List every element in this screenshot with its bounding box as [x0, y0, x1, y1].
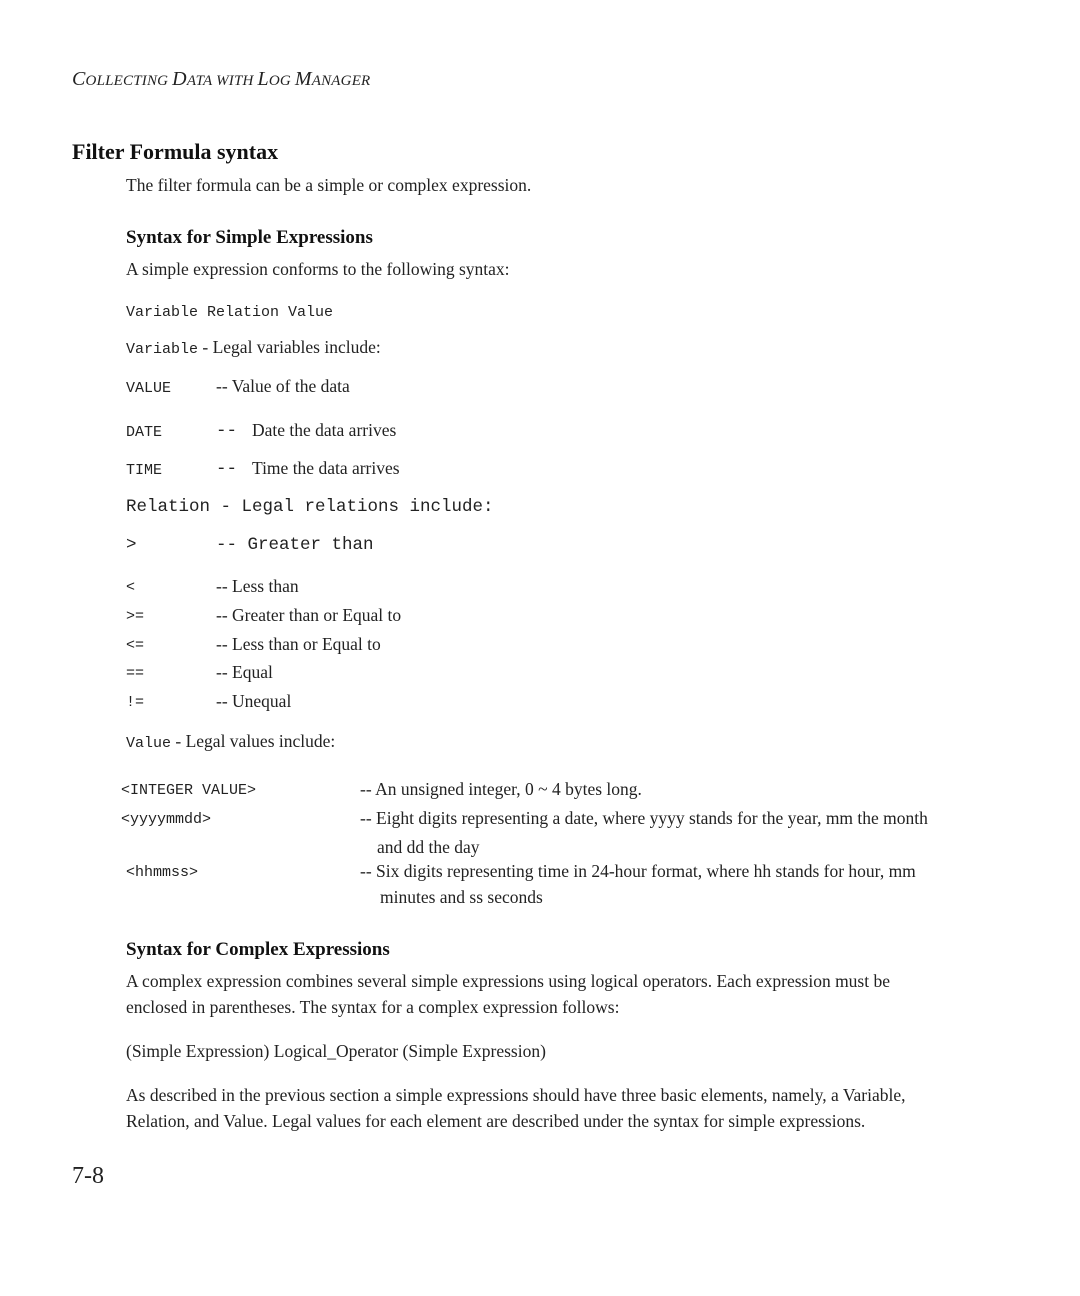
value-desc: -- Six digits representing time in 24-ho…	[360, 861, 916, 881]
relation-desc: -- Greater than	[216, 535, 374, 555]
relation-op: >	[126, 535, 137, 555]
relation-desc: -- Less than or Equal to	[216, 634, 381, 654]
complex-heading: Syntax for Complex Expressions	[126, 939, 390, 960]
variable-desc: Time the data arrives	[252, 458, 400, 478]
header-rest: ATA WITH	[186, 73, 258, 89]
variable-line: Variable - Legal variables include:	[126, 337, 381, 358]
variable-sep: --	[216, 459, 238, 479]
header-cap: C	[72, 68, 86, 90]
value-label: Value	[126, 735, 172, 752]
simple-heading: Syntax for Simple Expressions	[126, 227, 373, 248]
variable-name: DATE	[126, 424, 163, 441]
value-desc-cont: and dd the day	[377, 837, 480, 857]
relation-op: !=	[126, 694, 145, 711]
complex-para2-line1: As described in the previous section a s…	[126, 1085, 906, 1105]
variable-desc: Date the data arrives	[252, 420, 397, 440]
syntax-line: Variable Relation Value	[126, 304, 334, 321]
value-line: Value - Legal values include:	[126, 731, 335, 752]
relation-op: >=	[126, 608, 145, 625]
variable-desc: -- Value of the data	[216, 376, 350, 396]
variable-desc: - Legal variables include:	[198, 337, 381, 357]
relation-op: ==	[126, 665, 145, 682]
section-title: Filter Formula syntax	[72, 139, 279, 164]
header-rest: OLLECTING	[85, 73, 173, 89]
relation-desc: -- Greater than or Equal to	[216, 605, 402, 625]
header-rest: ANAGER	[311, 73, 371, 89]
header-cap: M	[294, 68, 312, 90]
complex-syntax: (Simple Expression) Logical_Operator (Si…	[126, 1041, 546, 1061]
header-cap: L	[257, 68, 269, 90]
simple-intro: A simple expression conforms to the foll…	[126, 259, 510, 279]
relation-op: <=	[126, 637, 145, 654]
variable-sep: --	[216, 421, 238, 441]
relation-desc: -- Less than	[216, 576, 299, 596]
relation-op: <	[126, 579, 136, 596]
page-number: 7-8	[72, 1163, 104, 1189]
value-name: <INTEGER VALUE>	[121, 782, 257, 799]
value-name: <hhmmss>	[126, 864, 199, 881]
relation-desc: -- Equal	[216, 662, 273, 682]
variable-name: VALUE	[126, 380, 172, 397]
value-desc-cont: minutes and ss seconds	[380, 887, 543, 907]
value-name: <yyyymmdd>	[121, 811, 212, 828]
header-rest: OG	[268, 73, 295, 89]
complex-para1-line2: enclosed in parentheses. The syntax for …	[126, 997, 620, 1017]
variable-name: TIME	[126, 462, 163, 479]
relation-line: Relation - Legal relations include:	[126, 497, 494, 517]
variable-label: Variable	[126, 341, 199, 358]
value-desc: - Legal values include:	[171, 731, 336, 751]
complex-para2-line2: Relation, and Value. Legal values for ea…	[126, 1111, 866, 1131]
running-header: COLLECTING DATA WITH LOG MANAGER	[72, 68, 370, 91]
complex-para1-line1: A complex expression combines several si…	[126, 971, 890, 991]
value-desc: -- Eight digits representing a date, whe…	[360, 808, 928, 828]
section-intro: The filter formula can be a simple or co…	[126, 175, 532, 195]
value-desc: -- An unsigned integer, 0 ~ 4 bytes long…	[360, 779, 642, 799]
header-cap: D	[172, 68, 187, 90]
relation-desc: -- Unequal	[216, 691, 292, 711]
